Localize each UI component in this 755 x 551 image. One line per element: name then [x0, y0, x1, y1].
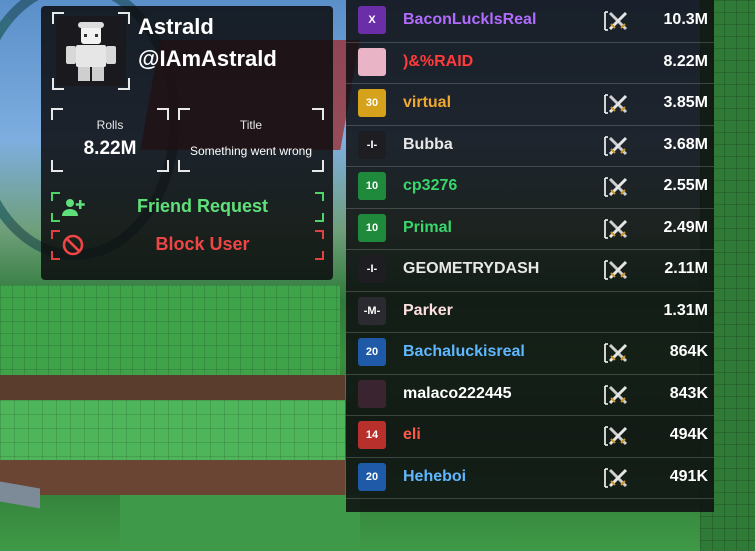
rank-badge-icon: 20: [358, 462, 386, 491]
rolls-label: Rolls: [96, 118, 124, 132]
player-roll-count: 3.68M: [663, 135, 708, 153]
player-display-name: Astrald: [138, 14, 214, 39]
player-roll-count: 494K: [669, 426, 708, 443]
block-user-label: Block User: [155, 234, 250, 254]
rolls-value: 8.22M: [83, 138, 137, 159]
leaderboard-row[interactable]: malaco222445 843K: [346, 374, 714, 416]
leaderboard-row[interactable]: -I- GEOMETRYDASH 2.11M: [346, 249, 714, 292]
player-roll-count: 10.3M: [663, 11, 708, 28]
player-name[interactable]: Parker: [403, 302, 453, 320]
block-user-button[interactable]: Block User: [51, 230, 324, 260]
friend-request-button[interactable]: Friend Request: [51, 192, 324, 222]
rank-badge-icon: -I-: [358, 255, 386, 283]
rank-badge-icon: [358, 379, 386, 408]
player-name[interactable]: eli: [403, 426, 421, 444]
leaderboard-row[interactable]: -M- Parker 1.31M: [346, 291, 714, 333]
rank-badge-icon: X: [358, 6, 386, 34]
background-platform: [120, 495, 360, 551]
player-roll-count: 843K: [669, 384, 708, 402]
leaderboard-row[interactable]: 20 Heheboi 491K: [346, 457, 714, 499]
rank-badge-icon: 10: [358, 213, 386, 242]
player-name[interactable]: Heheboi: [403, 468, 466, 486]
title-label: Title: [239, 118, 263, 132]
rank-badge-icon: 30: [358, 89, 386, 117]
leaderboard-row[interactable]: X BaconLucklsReal 10.3M: [346, 0, 714, 43]
player-roll-count: 3.85M: [663, 94, 708, 111]
player-name[interactable]: GEOMETRYDASH: [403, 260, 539, 278]
player-name[interactable]: cp3276: [403, 177, 457, 195]
leaderboard-row[interactable]: 10 Primal 2.49M: [346, 208, 714, 250]
leaderboard-row[interactable]: 10 cp3276 2.55M: [346, 166, 714, 209]
leaderboard-panel[interactable]: X BaconLucklsReal 10.3M )&%RAID 8.22M 30 virtu…: [346, 0, 714, 512]
player-name[interactable]: BaconLucklsReal: [403, 11, 536, 29]
leaderboard-row[interactable]: )&%RAID 8.22M: [346, 42, 714, 84]
rank-badge-icon: 10: [358, 172, 386, 200]
background-platform: [0, 285, 340, 375]
player-name[interactable]: Bubba: [403, 136, 453, 154]
rolls-stat: Rolls 8.22M: [51, 108, 169, 172]
background-dirt: [0, 460, 345, 495]
title-stat: Title Something went wrong: [178, 108, 324, 172]
rank-badge-icon: -I-: [358, 130, 386, 159]
rank-badge-icon: 14: [358, 421, 386, 449]
leaderboard-row[interactable]: 14 eli 494K: [346, 415, 714, 458]
player-roll-count: 8.22M: [663, 52, 708, 70]
player-name[interactable]: Bachaluckisreal: [403, 343, 525, 361]
player-profile-card: Astrald @IAmAstrald Rolls 8.22M Title So…: [41, 6, 333, 280]
player-name[interactable]: Primal: [403, 219, 452, 237]
player-roll-count: 2.11M: [664, 260, 708, 277]
player-roll-count: 1.31M: [663, 301, 708, 319]
player-name[interactable]: malaco222445: [403, 385, 512, 403]
player-name[interactable]: )&%RAID: [403, 53, 473, 71]
rank-badge-icon: -M-: [358, 296, 386, 325]
player-name[interactable]: virtual: [403, 94, 451, 112]
avatar-figure-icon: [66, 22, 116, 81]
avatar[interactable]: [52, 12, 130, 90]
background-dirt: [0, 375, 345, 403]
player-roll-count: 491K: [669, 467, 708, 485]
player-handle: @IAmAstrald: [138, 46, 277, 71]
rank-badge-icon: 20: [358, 338, 386, 366]
friend-request-label: Friend Request: [136, 196, 269, 216]
player-roll-count: 2.55M: [663, 177, 708, 194]
title-value: Something went wrong: [189, 144, 313, 158]
player-roll-count: 864K: [669, 343, 708, 360]
leaderboard-row[interactable]: 20 Bachaluckisreal 864K: [346, 332, 714, 375]
player-roll-count: 2.49M: [663, 218, 708, 236]
leaderboard-row[interactable]: 30 virtual 3.85M: [346, 83, 714, 126]
rank-badge-icon: [358, 47, 386, 76]
leaderboard-row[interactable]: -I- Bubba 3.68M: [346, 125, 714, 167]
